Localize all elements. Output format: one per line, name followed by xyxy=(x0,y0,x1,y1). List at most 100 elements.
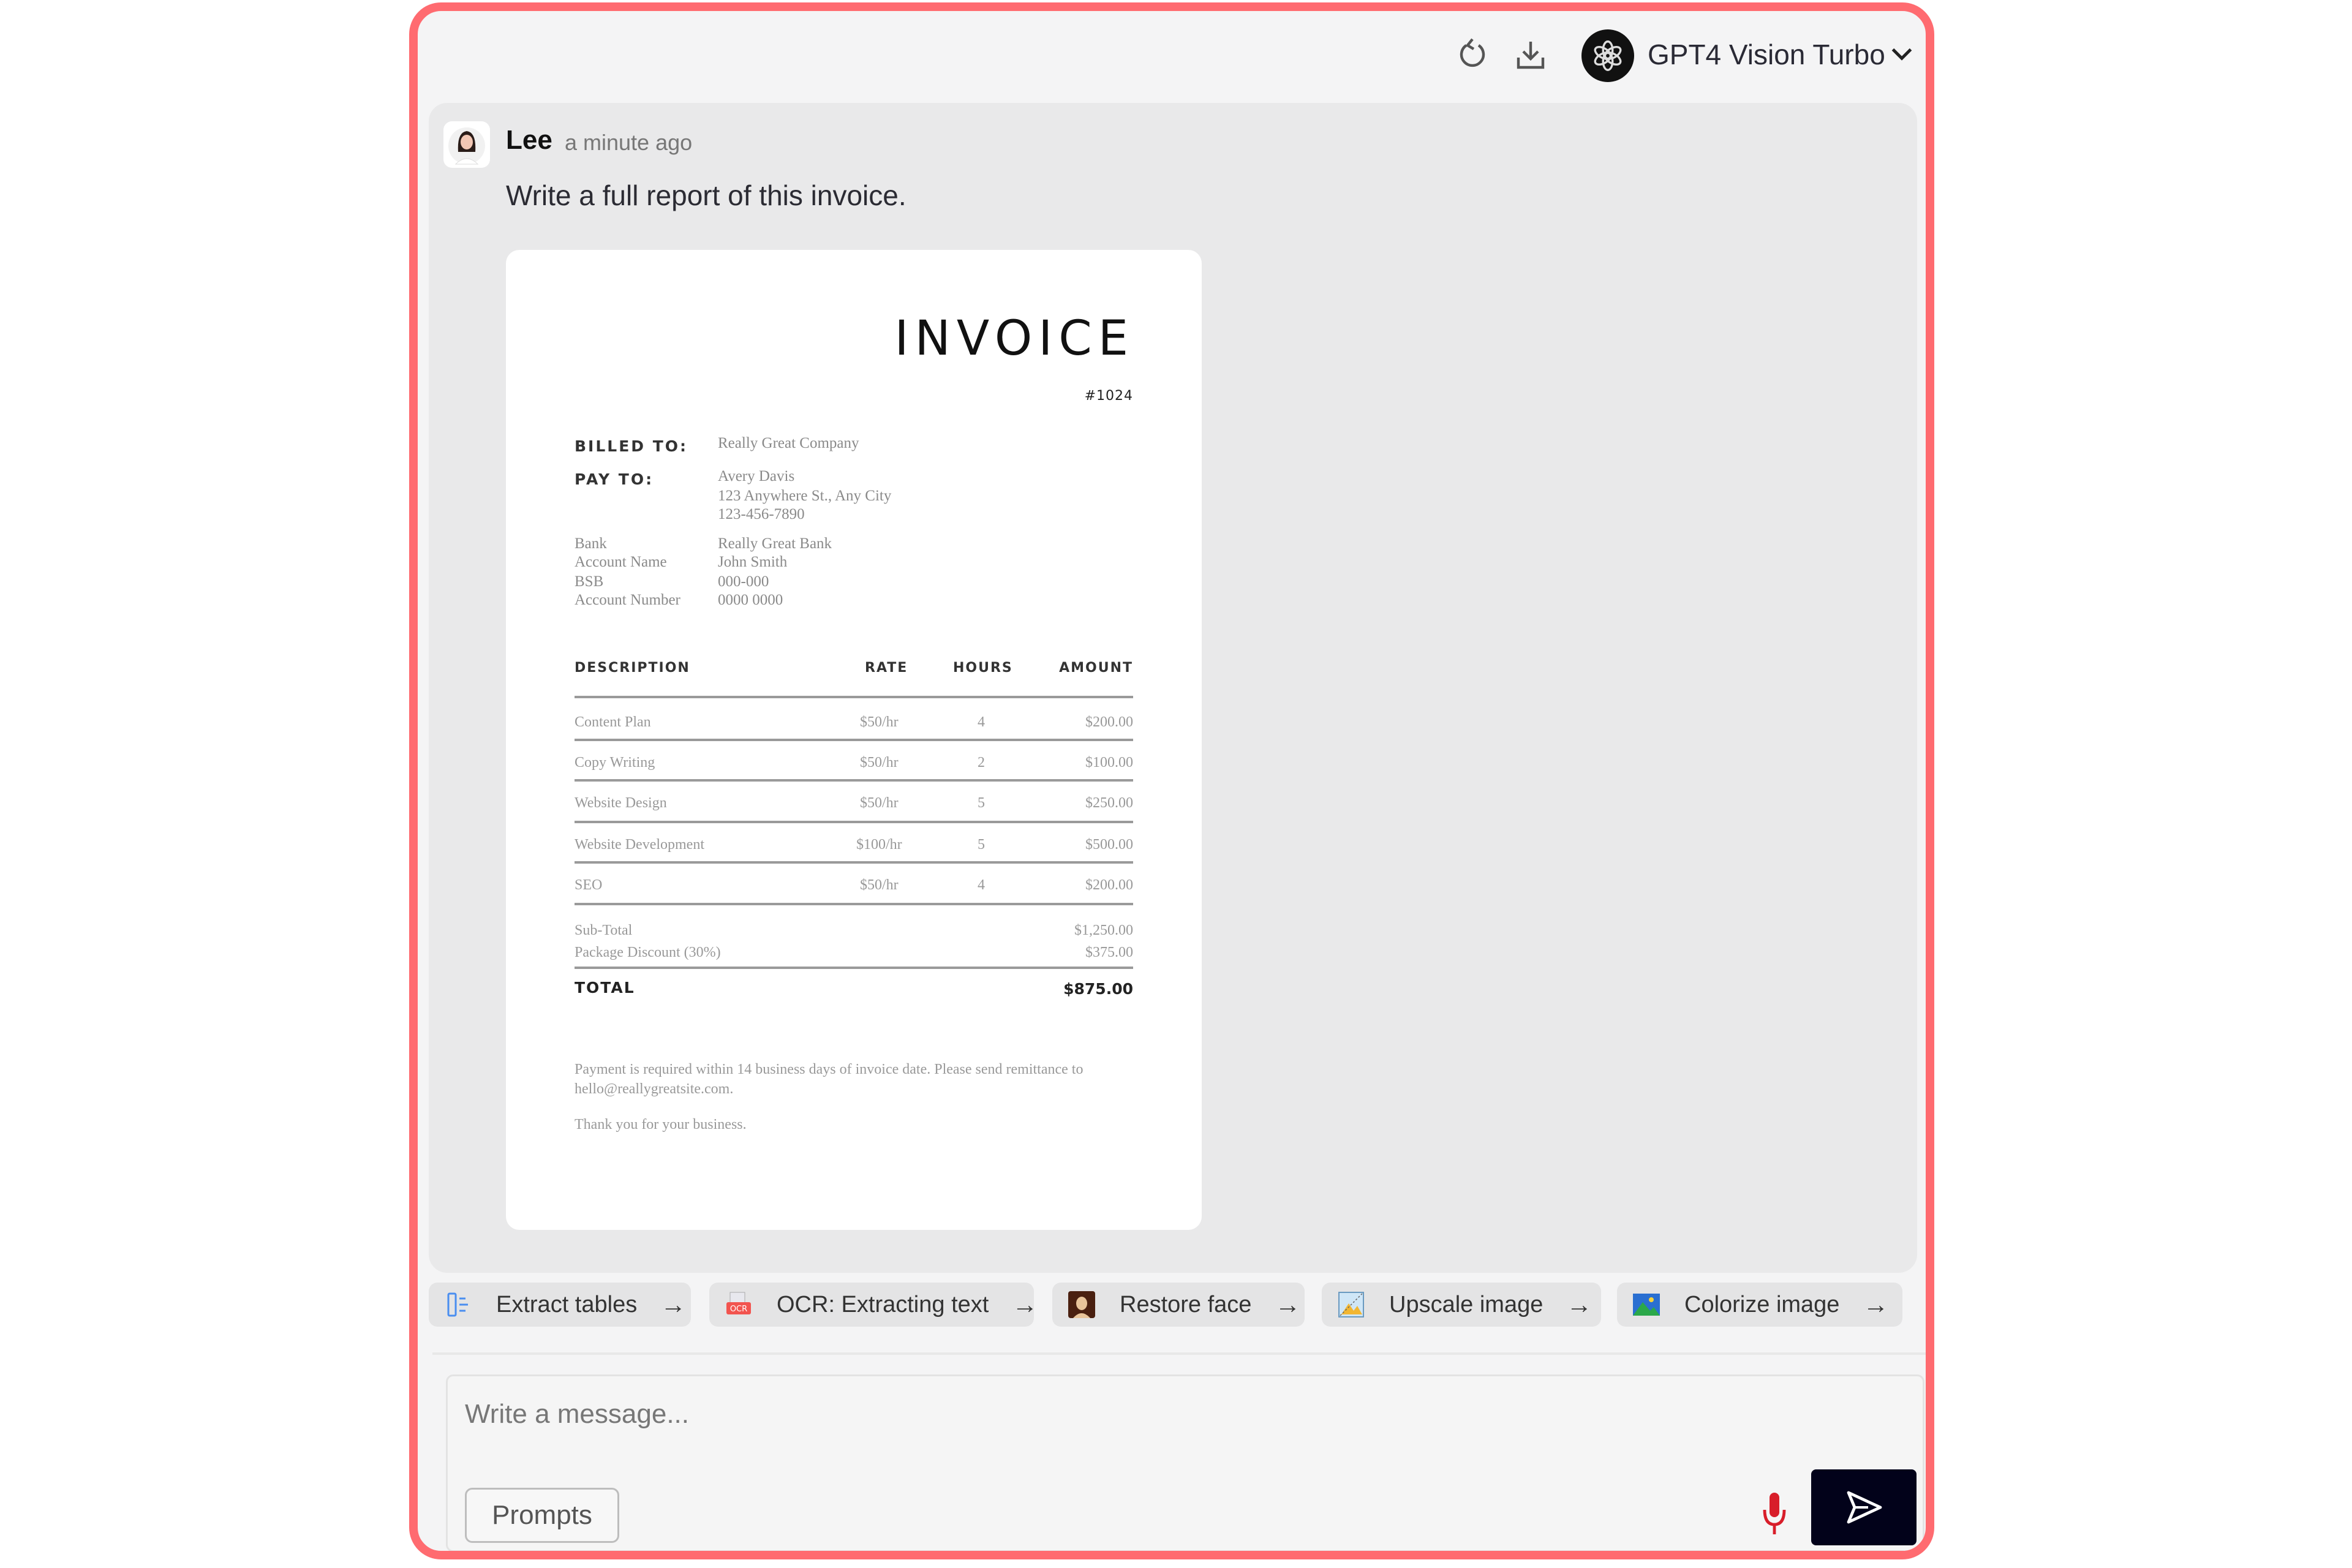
row-rate: $100/hr xyxy=(856,837,902,853)
row-description: Website Design xyxy=(575,795,667,811)
model-selector[interactable]: GPT4 Vision Turbo xyxy=(1648,38,1885,71)
row-amount: $250.00 xyxy=(1085,795,1133,811)
download-button[interactable] xyxy=(1511,36,1550,75)
total-value: $875.00 xyxy=(1063,980,1133,998)
refresh-button[interactable] xyxy=(1453,36,1492,75)
row-amount: $100.00 xyxy=(1085,755,1133,771)
invoice-image-attachment[interactable]: INVOICE #1024 BILLED TO: Really Great Co… xyxy=(506,250,1202,1230)
payment-note: Payment is required within 14 business d… xyxy=(575,1061,1084,1097)
invoice-title: INVOICE xyxy=(894,311,1134,366)
action-upscale-image[interactable]: Upscale image → xyxy=(1322,1283,1601,1327)
row-description: Content Plan xyxy=(575,714,651,730)
bank-value: Really Great Bank xyxy=(718,535,832,552)
table-divider xyxy=(575,903,1133,905)
action-label: OCR: Extracting text xyxy=(777,1291,989,1317)
arrow-right-icon: → xyxy=(1863,1290,1889,1319)
chevron-down-icon[interactable] xyxy=(1887,39,1917,70)
action-label: Restore face xyxy=(1120,1291,1252,1317)
ocr-icon: OCR xyxy=(726,1292,751,1314)
action-colorize-image[interactable]: Colorize image → xyxy=(1617,1283,1902,1327)
row-amount: $200.00 xyxy=(1085,877,1133,893)
billed-to-value: Really Great Company xyxy=(718,435,859,451)
top-bar: GPT4 Vision Turbo xyxy=(418,11,1926,103)
action-label: Upscale image xyxy=(1389,1291,1544,1317)
subtotal-value: $1,250.00 xyxy=(1074,922,1133,938)
account-number-label: Account Number xyxy=(575,592,680,608)
message-author: Lee xyxy=(506,125,552,155)
row-amount: $200.00 xyxy=(1085,714,1133,730)
download-icon xyxy=(1517,42,1545,69)
col-header-rate: RATE xyxy=(865,660,908,676)
scrollbar[interactable] xyxy=(1928,97,1934,1340)
row-hours: 4 xyxy=(978,877,985,893)
table-divider xyxy=(575,779,1133,782)
upscale-icon xyxy=(1338,1292,1364,1317)
chat-message-area: Lee a minute ago Write a full report of … xyxy=(429,103,1917,1273)
svg-text:OCR: OCR xyxy=(730,1305,747,1314)
row-rate: $50/hr xyxy=(860,877,899,893)
bank-label: Bank xyxy=(575,535,607,552)
microphone-icon[interactable] xyxy=(1762,1490,1787,1537)
pay-to-name: Avery Davis xyxy=(718,468,795,484)
totals-divider xyxy=(575,967,1133,969)
openai-logo-icon[interactable] xyxy=(1581,29,1634,82)
action-label: Extract tables xyxy=(496,1291,638,1317)
message-timestamp: a minute ago xyxy=(565,130,693,155)
pay-to-address: 123 Anywhere St., Any City xyxy=(718,488,892,504)
arrow-right-icon: → xyxy=(1275,1290,1301,1319)
table-extract-icon xyxy=(447,1292,468,1317)
row-amount: $500.00 xyxy=(1085,837,1133,853)
account-name-value: John Smith xyxy=(718,554,788,570)
landscape-icon xyxy=(1633,1294,1660,1316)
row-description: Website Development xyxy=(575,837,705,853)
billed-to-label: BILLED TO: xyxy=(575,437,688,455)
action-ocr[interactable]: OCR OCR: Extracting text → xyxy=(709,1283,1038,1327)
account-name-label: Account Name xyxy=(575,554,667,570)
discount-value: $375.00 xyxy=(1085,944,1133,960)
col-header-amount: AMOUNT xyxy=(1059,660,1133,676)
total-label: TOTAL xyxy=(575,979,635,997)
row-description: SEO xyxy=(575,877,603,893)
bsb-label: BSB xyxy=(575,573,604,590)
action-extract-tables[interactable]: Extract tables → xyxy=(429,1283,691,1327)
arrow-right-icon: → xyxy=(660,1290,687,1319)
col-header-description: DESCRIPTION xyxy=(575,660,690,676)
arrow-right-icon: → xyxy=(1012,1290,1038,1319)
user-avatar-icon xyxy=(448,127,485,165)
invoice-number: #1024 xyxy=(1084,388,1133,404)
send-button[interactable] xyxy=(1811,1469,1917,1545)
bsb-value: 000-000 xyxy=(718,573,769,590)
pay-to-phone: 123-456-7890 xyxy=(718,506,805,522)
table-divider xyxy=(575,739,1133,741)
composer-divider xyxy=(432,1352,1926,1355)
message-text: Write a full report of this invoice. xyxy=(506,179,907,211)
portrait-icon xyxy=(1068,1291,1095,1318)
col-header-hours: HOURS xyxy=(953,660,1013,676)
send-icon xyxy=(1847,1491,1882,1524)
refresh-icon xyxy=(1460,38,1485,67)
table-divider xyxy=(575,861,1133,864)
row-hours: 2 xyxy=(978,755,985,771)
row-hours: 4 xyxy=(978,714,985,730)
avatar xyxy=(443,121,490,168)
action-restore-face[interactable]: Restore face → xyxy=(1052,1283,1305,1327)
message-composer: Prompts xyxy=(446,1374,1924,1551)
row-hours: 5 xyxy=(978,837,985,853)
row-hours: 5 xyxy=(978,795,985,811)
message-input[interactable] xyxy=(464,1392,1691,1436)
scrollbar-thumb[interactable] xyxy=(1928,97,1934,458)
action-label: Colorize image xyxy=(1684,1291,1840,1317)
row-description: Copy Writing xyxy=(575,755,655,771)
row-rate: $50/hr xyxy=(860,755,899,771)
discount-label: Package Discount (30%) xyxy=(575,944,721,960)
row-rate: $50/hr xyxy=(860,714,899,730)
app-window: GPT4 Vision Turbo Lee a minute ago Write… xyxy=(409,2,1934,1559)
thank-you-note: Thank you for your business. xyxy=(575,1117,747,1133)
scroll-down-arrow-icon[interactable] xyxy=(1931,1336,1934,1341)
pay-to-label: PAY TO: xyxy=(575,470,654,488)
row-rate: $50/hr xyxy=(860,795,899,811)
prompts-button[interactable]: Prompts xyxy=(465,1488,619,1543)
table-divider xyxy=(575,821,1133,823)
account-number-value: 0000 0000 xyxy=(718,592,783,608)
table-divider xyxy=(575,696,1133,698)
